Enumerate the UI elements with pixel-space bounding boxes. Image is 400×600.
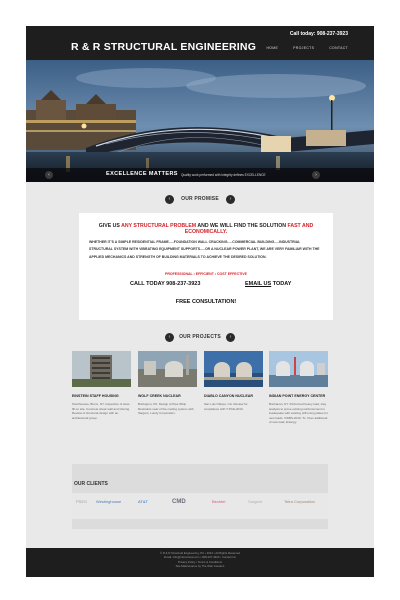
project-card[interactable]: INDIAN POINT ENERGY CENTER Buchanan, NY.… <box>269 351 328 425</box>
nav-projects[interactable]: PROJECTS <box>293 46 314 50</box>
main-nav: HOME PROJECTS CONTACT <box>266 46 348 50</box>
client-logo: AT&T <box>138 499 148 504</box>
client-logo: PSEG <box>76 499 88 504</box>
projects-section-heading: ‹ OUR PROJECTS › <box>26 332 374 344</box>
project-description: San Luis Obispo, CA. Review for complian… <box>204 402 248 411</box>
project-title[interactable]: DIABLO CANYON NUCLEAR <box>204 394 263 398</box>
project-card[interactable]: WOLF CREEK NUCLEAR Burlington, KS. Desig… <box>138 351 197 416</box>
project-image-indian-point[interactable] <box>269 351 328 387</box>
hero-next-button[interactable]: › <box>312 171 320 179</box>
project-title[interactable]: INDIAN POINT ENERGY CENTER <box>269 394 328 398</box>
nav-contact[interactable]: CONTACT <box>329 46 348 50</box>
projects-next-button[interactable]: › <box>226 333 235 342</box>
site-header: R & R STRUCTURAL ENGINEERING Call today:… <box>26 26 374 60</box>
promise-box: GIVE US ANY STRUCTURAL PROBLEM AND WE WI… <box>79 213 333 320</box>
page: R & R STRUCTURAL ENGINEERING Call today:… <box>26 26 374 577</box>
email-us-text: EMAIL US TODAY <box>245 281 291 287</box>
hero-image <box>26 60 374 182</box>
project-image-wolf-creek[interactable] <box>138 351 197 387</box>
project-image-diablo-canyon[interactable] <box>204 351 263 387</box>
hero-caption-bar: ‹ EXCELLENCE MATTERS Quality work perfor… <box>26 168 374 182</box>
hero-title: EXCELLENCE MATTERS <box>106 171 178 177</box>
promise-head-text: GIVE US <box>98 223 122 229</box>
promise-tagline: PROFESSIONAL • EFFICIENT • COST EFFECTIV… <box>165 272 247 276</box>
client-logo: CMD <box>172 499 186 505</box>
promise-section-heading: ‹ OUR PROMISE › <box>26 194 374 206</box>
promise-next-button[interactable]: › <box>226 195 235 204</box>
project-description: Buchanan, NY. Performed heavy load, stay… <box>269 402 328 425</box>
client-logo: Westinghouse <box>96 499 122 504</box>
free-consultation: FREE CONSULTATION! <box>175 299 237 305</box>
nav-home[interactable]: HOME <box>266 46 278 50</box>
project-title[interactable]: EINSTEIN STAFF HOUSING <box>72 394 131 398</box>
projects-grid: EINSTEIN STAFF HOUSING Townhouses, Bronx… <box>72 351 328 451</box>
promise-headline: GIVE US ANY STRUCTURAL PROBLEM AND WE WI… <box>79 223 333 235</box>
project-card[interactable]: DIABLO CANYON NUCLEAR San Luis Obispo, C… <box>204 351 263 411</box>
clients-section: OUR CLIENTS PSEG Westinghouse AT&T CMD B… <box>72 464 328 529</box>
hero-subtitle: Quality work performed with integrity de… <box>181 172 266 177</box>
promise-body: WHETHER IT'S A SIMPLE RESIDENTIAL FRAME.… <box>89 240 320 259</box>
email-us-suffix: TODAY <box>271 281 292 287</box>
project-title[interactable]: WOLF CREEK NUCLEAR <box>138 394 197 398</box>
call-today-text: CALL TODAY 908-237-3923 <box>130 281 201 287</box>
client-logo: Tetra Corporation <box>284 499 315 504</box>
project-card[interactable]: EINSTEIN STAFF HOUSING Townhouses, Bronx… <box>72 351 131 420</box>
footer-credit[interactable]: Site Maintenance by The Web Creators <box>26 564 374 568</box>
header-phone: Call today: 908-237-3923 <box>289 31 348 37</box>
clients-heading: OUR CLIENTS <box>74 481 108 487</box>
promise-heading: OUR PROMISE <box>181 196 219 202</box>
hero-prev-button[interactable]: ‹ <box>45 171 53 179</box>
site-logo[interactable]: R & R STRUCTURAL ENGINEERING <box>71 41 256 53</box>
email-us-link[interactable]: EMAIL US <box>245 281 271 287</box>
site-footer: © R & R Structural Engineering, PC • 201… <box>26 548 374 577</box>
project-image-einstein[interactable] <box>72 351 131 387</box>
projects-heading: OUR PROJECTS <box>179 334 221 340</box>
hero-slider: ‹ EXCELLENCE MATTERS Quality work perfor… <box>26 60 374 182</box>
client-logo: Sargent <box>248 499 263 504</box>
project-description: Townhouses, Bronx, NY. Inspection of slo… <box>72 402 131 420</box>
project-description: Burlington, KS. Design of Pipe Whip Rest… <box>138 402 194 416</box>
client-logo: Bechtel <box>212 499 226 504</box>
client-logos: PSEG Westinghouse AT&T CMD Bechtel Sarge… <box>72 493 328 519</box>
